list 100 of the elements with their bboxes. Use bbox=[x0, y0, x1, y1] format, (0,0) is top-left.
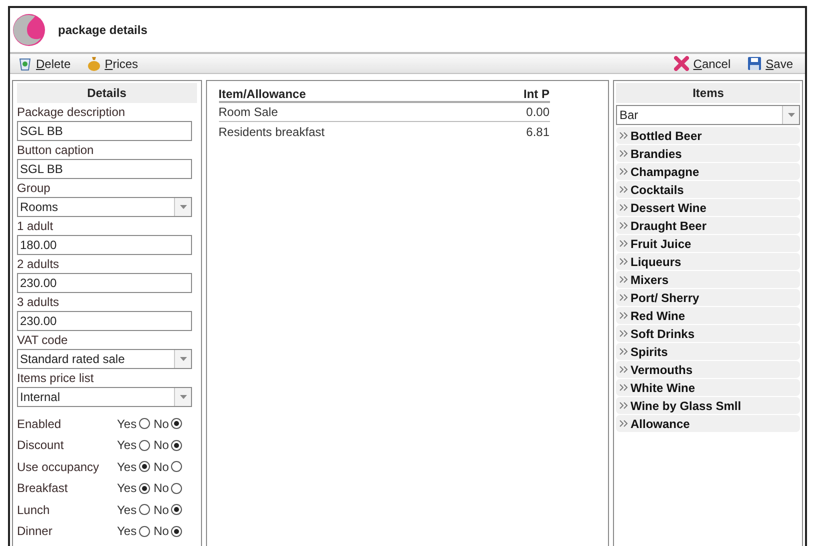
double-chevron-icon bbox=[619, 222, 628, 229]
item-group[interactable]: Soft Drinks bbox=[616, 325, 800, 342]
item-group[interactable]: Cocktails bbox=[616, 181, 800, 198]
radio-button[interactable] bbox=[170, 440, 182, 451]
radio-button[interactable] bbox=[170, 461, 182, 472]
radio-label: No bbox=[154, 437, 169, 454]
double-chevron-icon bbox=[619, 402, 628, 409]
panel-heading: Details bbox=[17, 83, 197, 103]
delete-button[interactable]: Delete bbox=[14, 54, 75, 72]
double-chevron-icon bbox=[619, 186, 628, 193]
item-group[interactable]: Mixers bbox=[616, 271, 800, 288]
radio-label: Yes bbox=[117, 523, 137, 540]
item-group[interactable]: Liqueurs bbox=[616, 253, 800, 270]
item-group[interactable]: Dessert Wine bbox=[616, 199, 800, 216]
input-field[interactable]: 180.00 bbox=[17, 235, 192, 255]
double-chevron-icon bbox=[619, 348, 628, 355]
app-logo-icon bbox=[12, 13, 46, 47]
item-group[interactable]: Spirits bbox=[616, 343, 800, 360]
option-label: Discount bbox=[17, 437, 65, 454]
radio-button[interactable] bbox=[138, 526, 150, 537]
field-label: 2 adults bbox=[17, 256, 60, 273]
double-chevron-icon bbox=[619, 132, 628, 139]
item-group[interactable]: Champagne bbox=[616, 163, 800, 180]
radio-button[interactable] bbox=[170, 504, 182, 516]
radio-label: No bbox=[154, 502, 169, 519]
input-field[interactable]: 230.00 bbox=[17, 273, 192, 293]
item-group[interactable]: Bottled Beer bbox=[616, 127, 800, 144]
table-cell-text: 6.81 bbox=[526, 124, 550, 140]
double-chevron-icon bbox=[619, 384, 628, 391]
double-chevron-icon bbox=[619, 276, 628, 283]
double-chevron-icon bbox=[619, 168, 628, 175]
option-label: Dinner bbox=[17, 523, 54, 540]
column-header: Int P bbox=[524, 86, 550, 103]
money-bag-icon bbox=[86, 56, 101, 71]
radio-button[interactable] bbox=[170, 418, 182, 430]
item-group[interactable]: Fruit Juice bbox=[616, 235, 800, 252]
field-label: Group bbox=[17, 180, 52, 197]
input-field[interactable]: SGL BB bbox=[17, 121, 192, 141]
item-group[interactable]: Wine by Glass Smll bbox=[616, 397, 800, 414]
double-chevron-icon bbox=[619, 330, 628, 337]
option-label: Lunch bbox=[17, 502, 51, 519]
radio-button[interactable] bbox=[170, 482, 182, 494]
double-chevron-icon bbox=[619, 258, 628, 265]
dropdown[interactable]: Standard rated sale bbox=[17, 349, 192, 369]
table-cell-text: Residents breakfast bbox=[218, 124, 326, 140]
dropdown[interactable]: Internal bbox=[17, 387, 192, 407]
option-label: Use occupancy bbox=[17, 458, 100, 476]
dropdown[interactable]: Bar bbox=[616, 105, 800, 125]
double-chevron-icon bbox=[619, 366, 628, 373]
item-group[interactable]: Vermouths bbox=[616, 361, 800, 378]
radio-label: No bbox=[154, 480, 169, 498]
double-chevron-icon bbox=[619, 240, 628, 247]
table-cell-text: Room Sale bbox=[218, 104, 279, 121]
item-group[interactable]: Brandies bbox=[616, 145, 800, 162]
field-label: 3 adults bbox=[17, 294, 60, 311]
close-icon bbox=[674, 56, 690, 71]
field-label: Package description bbox=[17, 104, 126, 121]
item-group[interactable]: Port/ Sherry bbox=[616, 289, 800, 306]
save-button[interactable]: Save bbox=[742, 54, 797, 72]
column-header: Item/Allowance bbox=[218, 86, 307, 103]
panel-heading: Items bbox=[616, 83, 800, 103]
item-group[interactable]: Draught Beer bbox=[616, 217, 800, 234]
dropdown-caret-icon bbox=[180, 357, 186, 361]
radio-label: No bbox=[154, 416, 169, 433]
radio-button[interactable] bbox=[138, 504, 150, 516]
radio-label: Yes bbox=[117, 458, 137, 476]
table-cell-text: 0.00 bbox=[526, 104, 550, 121]
radio-label: Yes bbox=[117, 416, 137, 433]
option-label: Enabled bbox=[17, 416, 62, 433]
option-label: Breakfast bbox=[17, 480, 69, 498]
radio-label: No bbox=[154, 458, 169, 476]
dropdown-caret-icon bbox=[180, 395, 186, 399]
field-label: Button caption bbox=[17, 142, 95, 159]
dropdown-caret-icon bbox=[788, 113, 794, 117]
field-label: VAT code bbox=[17, 332, 69, 349]
radio-button[interactable] bbox=[138, 418, 150, 430]
double-chevron-icon bbox=[619, 294, 628, 301]
radio-button[interactable] bbox=[170, 526, 182, 537]
item-group[interactable]: Red Wine bbox=[616, 307, 800, 324]
item-group[interactable]: Allowance bbox=[616, 415, 800, 432]
field-label: 1 adult bbox=[17, 218, 54, 235]
radio-button[interactable] bbox=[138, 440, 150, 451]
item-group[interactable]: White Wine bbox=[616, 379, 800, 396]
prices-button[interactable]: Prices bbox=[82, 54, 142, 72]
trash-can-icon bbox=[18, 56, 32, 70]
cancel-button[interactable]: Cancel bbox=[670, 54, 735, 72]
radio-button[interactable] bbox=[138, 461, 150, 472]
dropdown[interactable]: Rooms bbox=[17, 197, 192, 217]
radio-label: No bbox=[154, 523, 169, 540]
dropdown-caret-icon bbox=[180, 205, 186, 209]
double-chevron-icon bbox=[619, 312, 628, 319]
double-chevron-icon bbox=[619, 420, 628, 427]
radio-button[interactable] bbox=[138, 482, 150, 494]
radio-label: Yes bbox=[117, 437, 137, 454]
double-chevron-icon bbox=[619, 204, 628, 211]
field-label: Items price list bbox=[17, 370, 95, 387]
radio-label: Yes bbox=[117, 480, 137, 498]
input-field[interactable]: 230.00 bbox=[17, 311, 192, 331]
input-field[interactable]: SGL BB bbox=[17, 159, 192, 179]
radio-label: Yes bbox=[117, 502, 137, 519]
